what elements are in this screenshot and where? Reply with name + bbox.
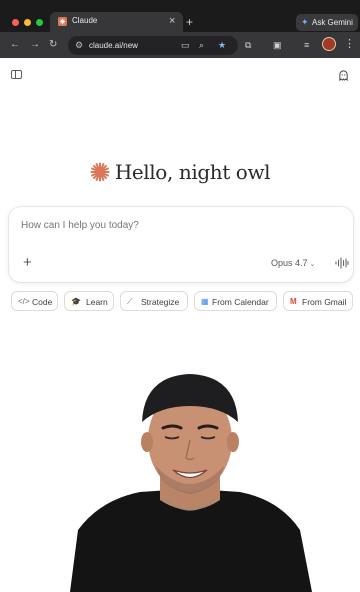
- forward-icon[interactable]: →: [30, 39, 40, 51]
- chip-code[interactable]: </> Code: [11, 291, 58, 311]
- reload-icon[interactable]: ↻: [49, 39, 57, 51]
- zoom-icon[interactable]: ⌕: [199, 39, 204, 51]
- suggestion-chips: </> Code 🎓 Learn ⟋ Strategize ▦ From Cal…: [11, 291, 356, 312]
- greeting-heading: Hello, night owl: [0, 160, 360, 190]
- tab-close-icon[interactable]: ×: [169, 14, 175, 28]
- chat-composer: + Opus 4.7⌄: [9, 207, 353, 282]
- close-window-button[interactable]: [12, 19, 19, 26]
- browser-menu-icon[interactable]: ⋮: [344, 37, 355, 51]
- ask-gemini-label: Ask Gemini: [312, 18, 353, 27]
- gemini-sparkle-icon: ✦: [301, 17, 309, 27]
- gmail-icon: M: [290, 297, 297, 306]
- ask-gemini-button[interactable]: ✦ Ask Gemini: [296, 14, 358, 31]
- greeting-text: Hello, night owl: [114, 160, 271, 184]
- bookmark-star-icon[interactable]: ★: [218, 39, 226, 51]
- sidebar-toggle-icon[interactable]: [11, 70, 22, 79]
- code-icon: </>: [18, 297, 30, 306]
- browser-titlebar: Claude × + ✦ Ask Gemini: [0, 0, 360, 32]
- voice-mode-icon[interactable]: [335, 257, 349, 269]
- chip-label: Code: [32, 297, 53, 307]
- maximize-window-button[interactable]: [36, 19, 43, 26]
- prompt-input[interactable]: [21, 220, 321, 231]
- claude-favicon-icon: [58, 17, 67, 26]
- browser-toolbar: ← → ↻ ⚙ claude.ai/new ▭ ⌕ ★ ⧉ ▣ ≡ ⋮: [0, 32, 360, 58]
- profile-avatar[interactable]: [322, 37, 336, 51]
- site-info-icon[interactable]: ⚙: [75, 39, 83, 51]
- chip-strategize[interactable]: ⟋ Strategize: [120, 291, 188, 311]
- tab-title: Claude: [72, 16, 98, 25]
- back-icon[interactable]: ←: [10, 39, 20, 51]
- chip-label: Learn: [86, 297, 108, 307]
- chip-from-gmail[interactable]: M From Gmail: [283, 291, 353, 311]
- cast-icon[interactable]: ▭: [181, 39, 190, 51]
- model-name: Opus 4.7: [271, 258, 308, 268]
- model-selector[interactable]: Opus 4.7 ⌄: [271, 258, 315, 268]
- claude-spark-icon: [90, 162, 110, 182]
- minimize-window-button[interactable]: [24, 19, 31, 26]
- split-view-icon[interactable]: ▣: [273, 39, 282, 51]
- google-calendar-icon: ▦: [201, 297, 209, 306]
- trend-line-icon: ⟋: [127, 297, 133, 306]
- address-bar[interactable]: ⚙ claude.ai/new ▭ ⌕ ★: [68, 36, 238, 55]
- url-text: claude.ai/new: [89, 41, 138, 50]
- browser-tab-claude[interactable]: Claude ×: [50, 12, 183, 32]
- chip-learn[interactable]: 🎓 Learn: [64, 291, 114, 311]
- add-attachment-button[interactable]: +: [23, 255, 32, 271]
- chip-from-calendar[interactable]: ▦ From Calendar: [194, 291, 277, 311]
- chevron-down-icon: ⌄: [309, 261, 316, 268]
- extensions-icon[interactable]: ⧉: [245, 39, 251, 51]
- graduation-cap-icon: 🎓: [71, 297, 81, 306]
- presenter-webcam-overlay: [70, 374, 312, 592]
- chip-label: From Calendar: [212, 297, 269, 307]
- media-controls-icon[interactable]: ≡: [304, 39, 309, 51]
- chip-label: From Gmail: [302, 297, 347, 307]
- chip-label: Strategize: [141, 297, 180, 307]
- incognito-ghost-icon[interactable]: [338, 70, 349, 81]
- new-tab-button[interactable]: +: [186, 15, 193, 29]
